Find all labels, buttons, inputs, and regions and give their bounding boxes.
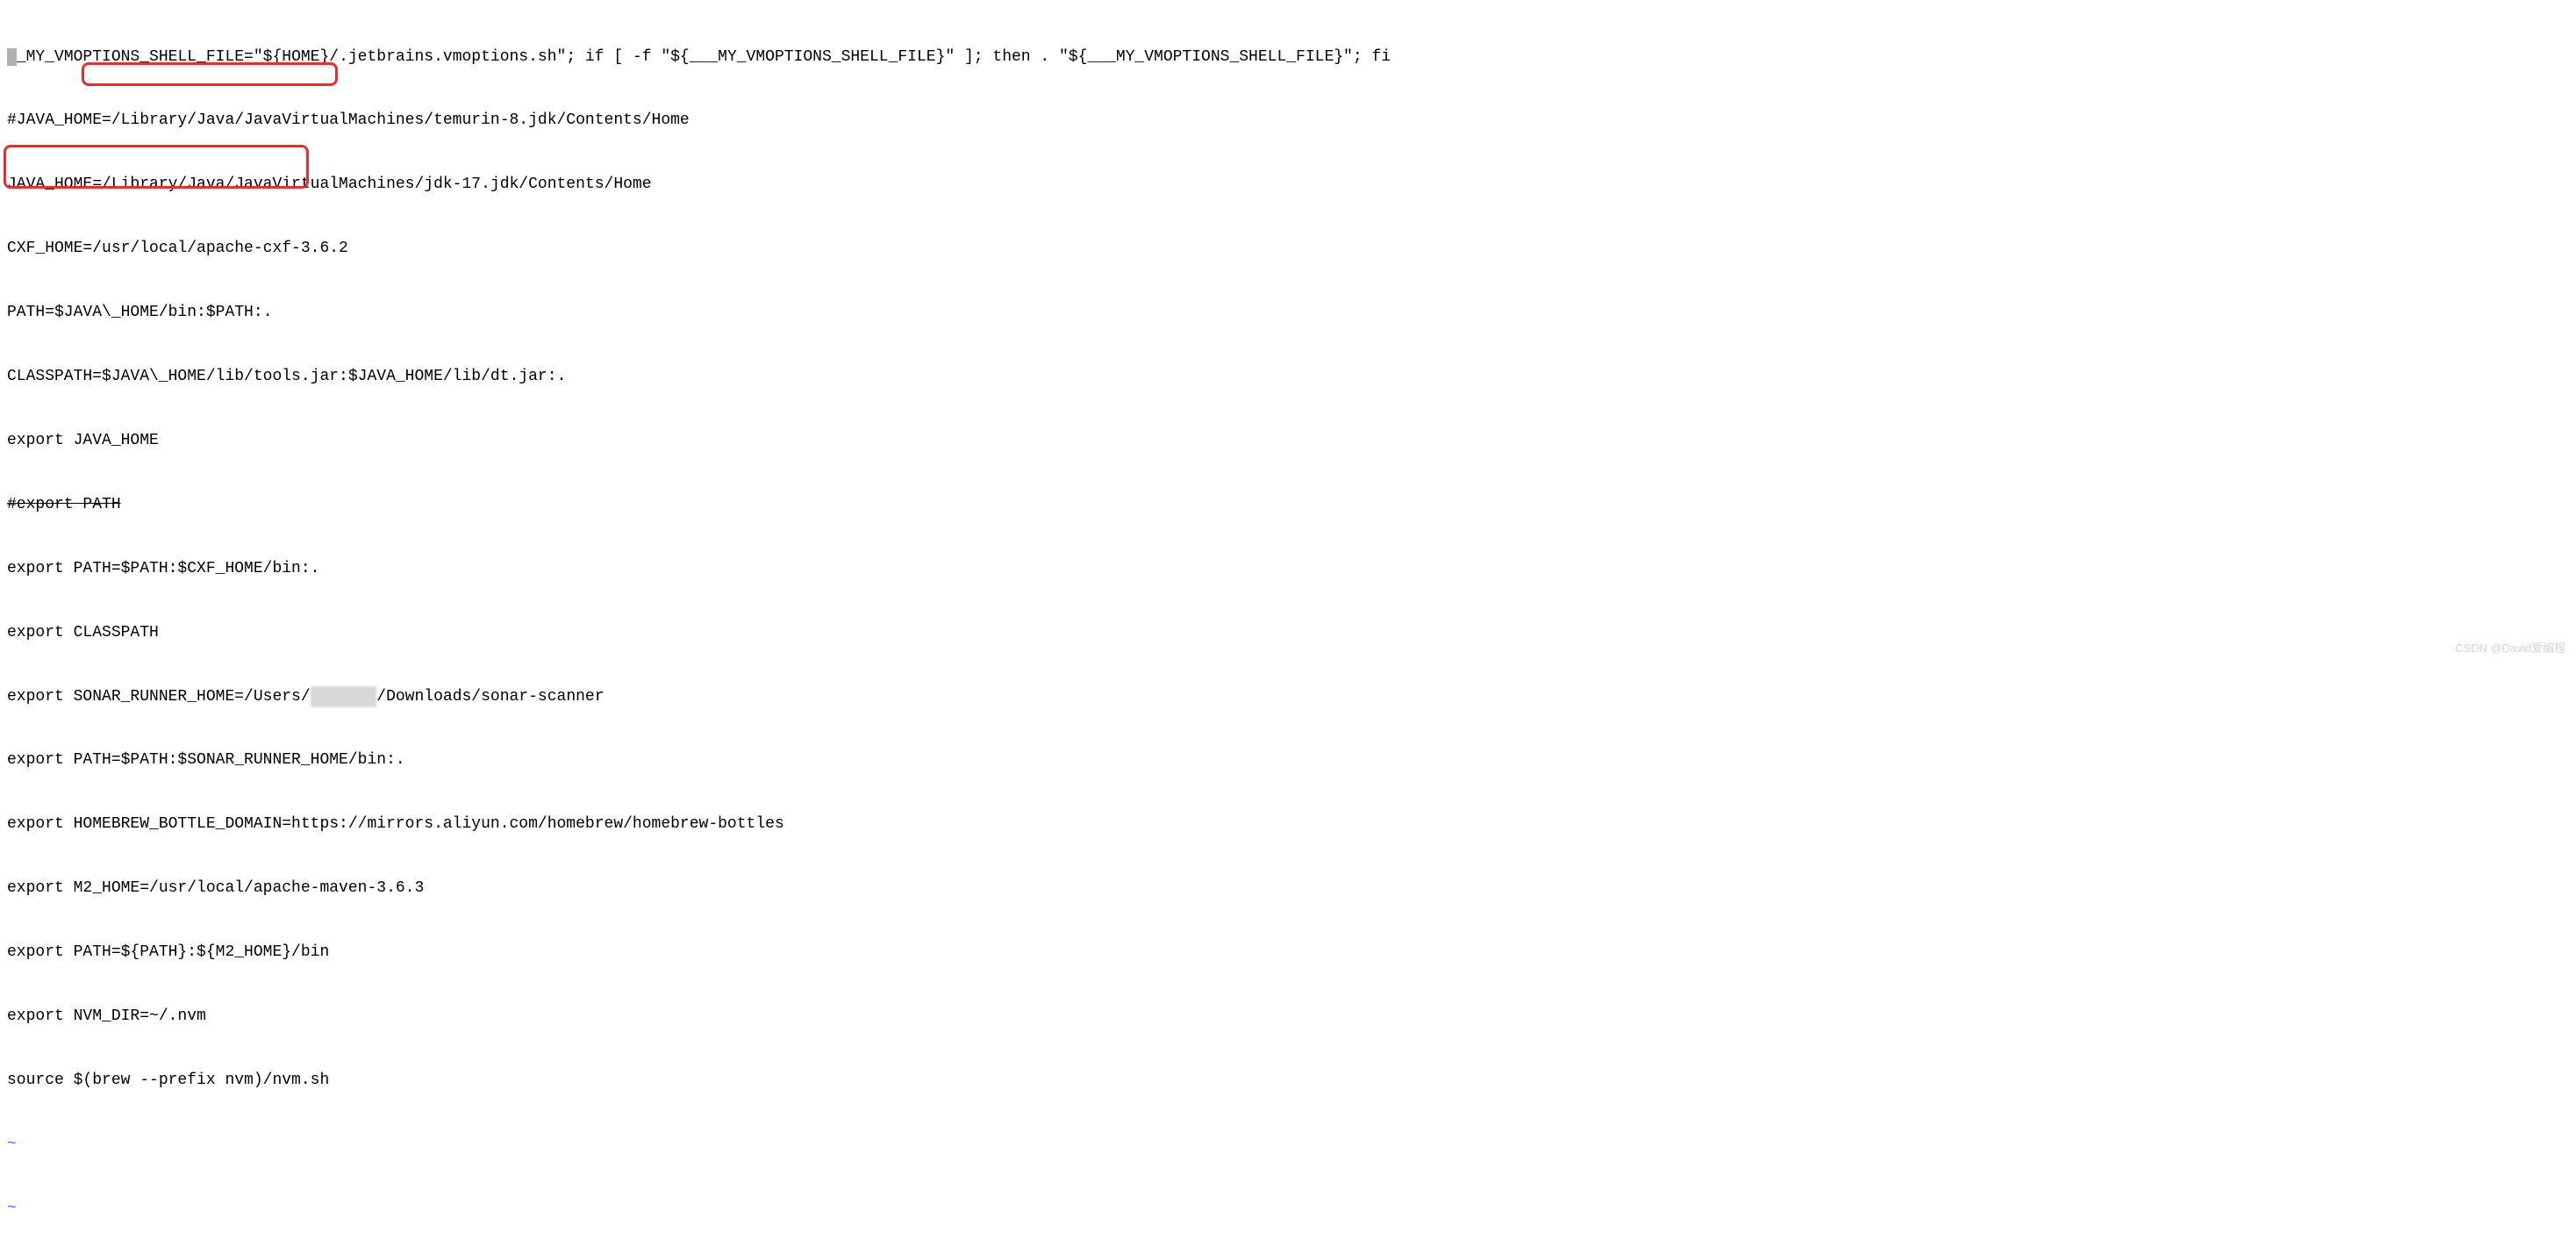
code-line: export PATH=$PATH:$SONAR_RUNNER_HOME/bin…: [7, 749, 2569, 771]
cursor-block: [7, 48, 17, 66]
code-line: export PATH=${PATH}:${M2_HOME}/bin: [7, 942, 2569, 963]
code-text: export PATH=$PATH:$SONAR_RUNNER_HOME/bin…: [7, 751, 405, 769]
code-text: CLASSPATH=$JAVA\_HOME/lib/tools.jar:$JAV…: [7, 368, 566, 385]
code-text: source $(brew --prefix nvm)/nvm.sh: [7, 1072, 329, 1089]
code-text: JAVA_HOME=/Library/Java/JavaVirtualMachi…: [7, 176, 652, 193]
vim-tilde-line: ~: [7, 1134, 2569, 1155]
code-line: export NVM_DIR=~/.nvm: [7, 1006, 2569, 1027]
code-line: export SONAR_RUNNER_HOME=/Users/xxxxxxx/…: [7, 686, 2569, 707]
code-text-strikethrough: #export PATH: [7, 496, 121, 513]
code-line: export PATH=$PATH:$CXF_HOME/bin:.: [7, 558, 2569, 579]
code-line: CLASSPATH=$JAVA\_HOME/lib/tools.jar:$JAV…: [7, 366, 2569, 387]
tilde-char: ~: [7, 1200, 17, 1217]
code-line: export M2_HOME=/usr/local/apache-maven-3…: [7, 878, 2569, 899]
watermark-text: CSDN @David爱编程: [2455, 641, 2565, 656]
code-line: export JAVA_HOME: [7, 430, 2569, 451]
code-text: export JAVA_HOME: [7, 432, 159, 449]
code-line: __MY_VMOPTIONS_SHELL_FILE="${HOME}/.jetb…: [7, 47, 2569, 68]
tilde-char: ~: [7, 1136, 17, 1153]
vim-tilde-line: ~: [7, 1198, 2569, 1219]
code-text: export SONAR_RUNNER_HOME=/Users/: [7, 688, 311, 706]
code-line: export HOMEBREW_BOTTLE_DOMAIN=https://mi…: [7, 814, 2569, 835]
code-text: export M2_HOME=/usr/local/apache-maven-3…: [7, 879, 424, 897]
code-line: export CLASSPATH: [7, 622, 2569, 643]
code-line: source $(brew --prefix nvm)/nvm.sh: [7, 1070, 2569, 1091]
code-text: export CLASSPATH: [7, 624, 159, 642]
code-line: JAVA_HOME=/Library/Java/JavaVirtualMachi…: [7, 174, 2569, 195]
code-line: #JAVA_HOME=/Library/Java/JavaVirtualMach…: [7, 110, 2569, 131]
redacted-username: xxxxxxx: [311, 686, 377, 707]
code-text: export PATH=$PATH:$CXF_HOME/bin:.: [7, 560, 319, 577]
code-text: export HOMEBREW_BOTTLE_DOMAIN=https://mi…: [7, 815, 784, 833]
code-line: PATH=$JAVA\_HOME/bin:$PATH:.: [7, 302, 2569, 323]
code-text: PATH=$JAVA\_HOME/bin:$PATH:.: [7, 304, 272, 321]
code-line: #export PATH: [7, 494, 2569, 515]
terminal-editor-content[interactable]: __MY_VMOPTIONS_SHELL_FILE="${HOME}/.jetb…: [7, 4, 2569, 1240]
code-text: CXF_HOME=/usr/local/apache-cxf-3.6.2: [7, 240, 348, 257]
code-text: #JAVA_HOME=/Library/Java/JavaVirtualMach…: [7, 111, 690, 129]
code-text: export PATH=${PATH}:${M2_HOME}/bin: [7, 943, 329, 961]
code-text: /Downloads/sonar-scanner: [376, 688, 604, 706]
code-text: export NVM_DIR=~/.nvm: [7, 1007, 206, 1025]
code-line: CXF_HOME=/usr/local/apache-cxf-3.6.2: [7, 238, 2569, 259]
code-text: _MY_VMOPTIONS_SHELL_FILE="${HOME}/.jetbr…: [17, 48, 1391, 66]
